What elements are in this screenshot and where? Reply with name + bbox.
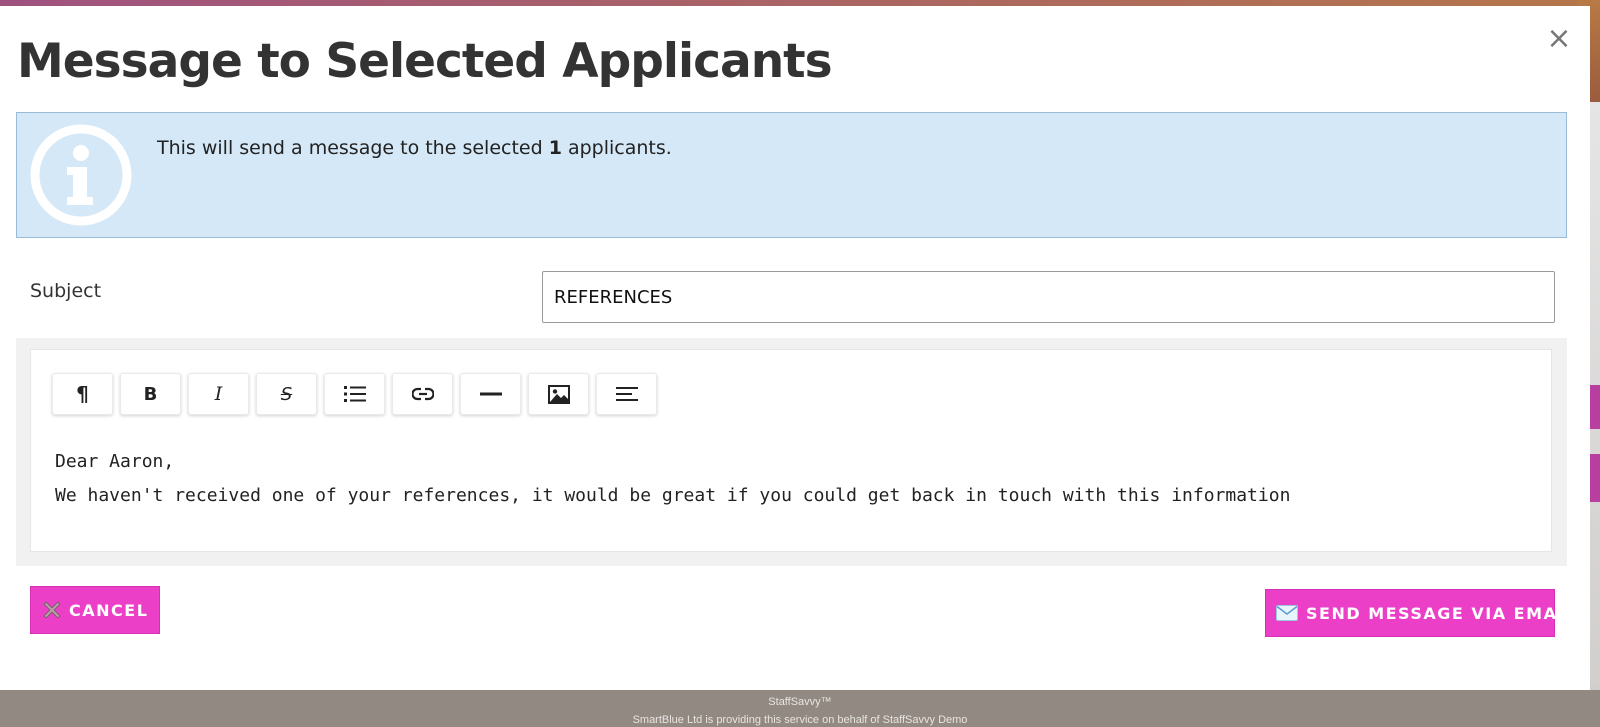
link-icon (411, 387, 434, 401)
info-circle-icon (30, 124, 132, 226)
rich-text-editor[interactable]: ¶ B I S Dear Aaron, We haven't received … (30, 349, 1552, 552)
bullet-list-icon (343, 386, 366, 402)
page-footer: StaffSavvy™ SmartBlue Ltd is providing t… (0, 690, 1600, 727)
send-label: SEND MESSAGE VIA EMAIL (1306, 603, 1577, 623)
info-text-before: This will send a message to the selected (157, 137, 549, 159)
info-alert: This will send a message to the selected… (16, 112, 1567, 238)
backdrop-tab (1590, 454, 1600, 502)
cancel-button[interactable]: CANCEL (30, 586, 160, 634)
align-left-icon (615, 387, 638, 401)
link-button[interactable] (392, 373, 453, 415)
cancel-label: CANCEL (69, 600, 149, 620)
strikethrough-icon: S (280, 383, 293, 405)
close-icon[interactable]: × (1545, 24, 1573, 54)
paragraph-button[interactable]: ¶ (52, 373, 113, 415)
bold-icon: B (143, 383, 158, 405)
italic-icon: I (214, 383, 223, 405)
horizontal-rule-button[interactable] (460, 373, 521, 415)
info-text-after: applicants. (561, 137, 672, 159)
editor-content[interactable]: Dear Aaron, We haven't received one of y… (55, 445, 1531, 513)
image-icon (547, 384, 570, 404)
envelope-icon (1276, 605, 1298, 621)
editor-container: ¶ B I S Dear Aaron, We haven't received … (16, 338, 1567, 566)
message-modal: × Message to Selected Applicants This wi… (0, 6, 1590, 690)
editor-line: We haven't received one of your referenc… (55, 485, 1291, 506)
backdrop-tab (1590, 385, 1600, 429)
modal-title: Message to Selected Applicants (17, 34, 833, 89)
strikethrough-button[interactable]: S (256, 373, 317, 415)
subject-input[interactable] (542, 271, 1555, 323)
subject-label: Subject (30, 280, 102, 302)
footer-provider-text: SmartBlue Ltd is providing this service … (632, 714, 968, 726)
align-left-button[interactable] (596, 373, 657, 415)
cross-icon (43, 601, 61, 619)
bullet-list-button[interactable] (324, 373, 385, 415)
applicant-count: 1 (548, 137, 562, 159)
send-email-button[interactable]: SEND MESSAGE VIA EMAIL (1265, 589, 1575, 637)
italic-button[interactable]: I (188, 373, 249, 415)
footer-brand: StaffSavvy™ (768, 696, 832, 708)
editor-line: Dear Aaron, (55, 451, 175, 472)
paragraph-icon: ¶ (76, 382, 89, 406)
image-button[interactable] (528, 373, 589, 415)
horizontal-rule-icon (479, 392, 502, 396)
info-message: This will send a message to the selected… (157, 137, 672, 159)
bold-button[interactable]: B (120, 373, 181, 415)
